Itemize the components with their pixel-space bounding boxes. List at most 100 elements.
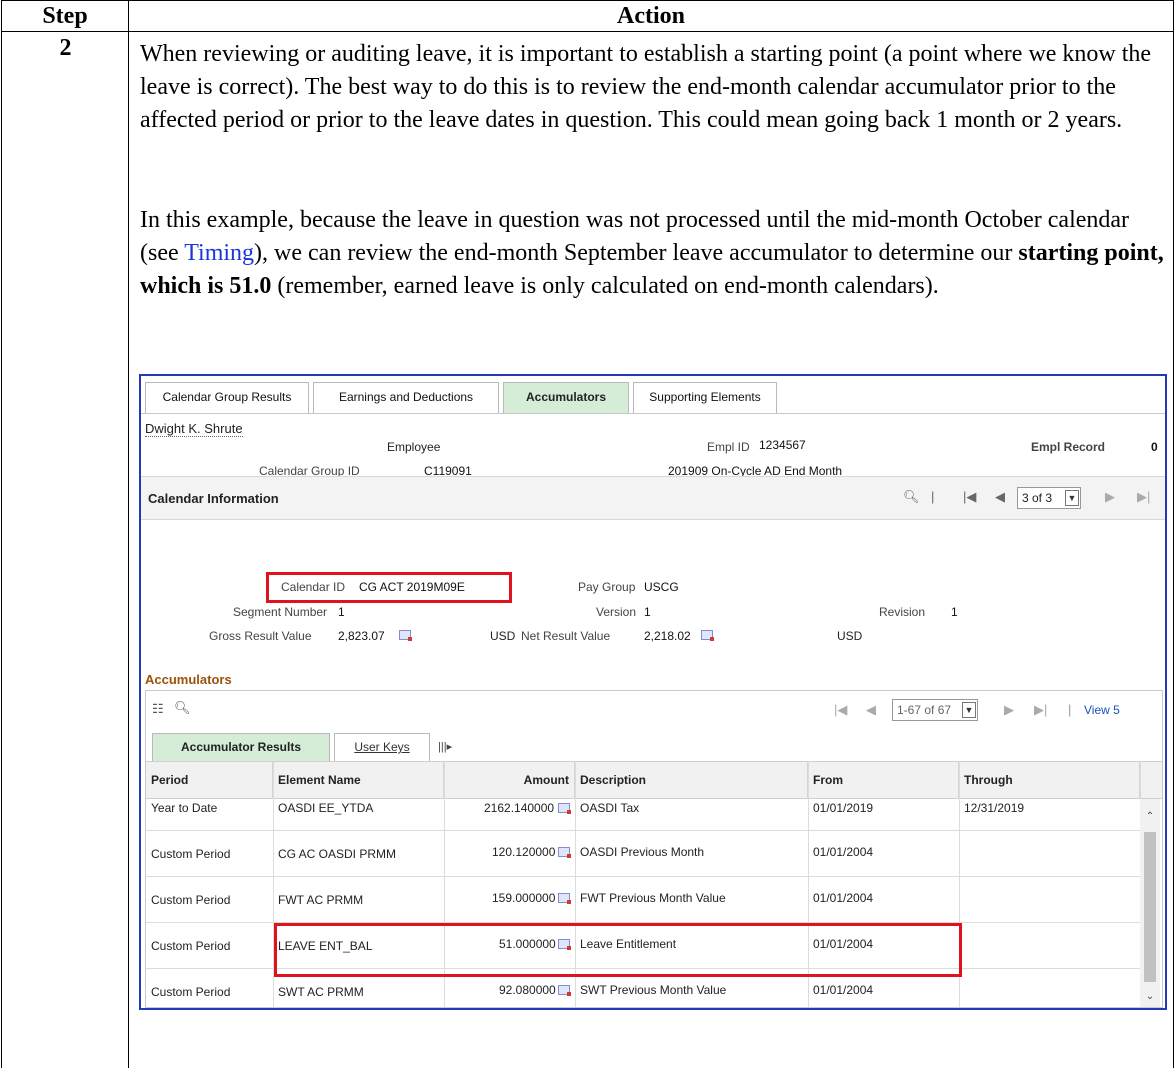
paragraph-2: In this example, because the leave in qu… xyxy=(140,204,1170,303)
table-right-border xyxy=(1173,31,1174,1068)
revision-label: Revision xyxy=(879,605,926,619)
empl-record-label: Empl Record xyxy=(1031,440,1106,454)
personalize-icon[interactable]: ☷ xyxy=(152,701,164,717)
chevron-up-icon[interactable]: ⌃ xyxy=(1144,811,1156,823)
cell-element: SWT AC PRMM xyxy=(278,985,364,999)
detail-icon[interactable] xyxy=(558,847,571,858)
step-column: 2 xyxy=(1,31,129,1068)
segment-number-label: Segment Number xyxy=(233,605,328,619)
tab-earnings-and-deductions[interactable]: Earnings and Deductions xyxy=(313,382,499,413)
previous-page-icon[interactable]: ◀ xyxy=(995,489,1005,505)
column-element-name[interactable]: Element Name xyxy=(273,762,444,799)
table-row[interactable]: Year to Date OASDI EE_YTDA 2162.140000 O… xyxy=(146,799,1140,831)
cell-element: CG AC OASDI PRMM xyxy=(278,847,397,861)
revision: 1 xyxy=(951,605,958,619)
gross-result-value: 2,823.07 xyxy=(338,629,385,643)
cell-period: Custom Period xyxy=(151,985,231,999)
tab-divider xyxy=(141,413,1165,414)
chevron-down-icon[interactable]: ⌄ xyxy=(1144,991,1156,1003)
search-icon[interactable]: 🔍︎ xyxy=(174,700,191,716)
segment-number: 1 xyxy=(338,605,345,619)
view-all-link[interactable]: View 5 xyxy=(1084,703,1120,717)
detail-icon[interactable] xyxy=(558,893,571,904)
version: 1 xyxy=(644,605,651,619)
cell-from: 01/01/2004 xyxy=(813,845,874,859)
detail-icon[interactable] xyxy=(701,630,714,641)
detail-icon[interactable] xyxy=(558,985,571,996)
next-page-icon[interactable]: ▶ xyxy=(1004,702,1014,718)
detail-icon[interactable] xyxy=(558,803,571,814)
cell-element: FWT AC PRMM xyxy=(278,893,364,907)
first-page-icon[interactable]: |◀ xyxy=(963,489,976,505)
header-action: Action xyxy=(617,3,685,29)
gross-result-label: Gross Result Value xyxy=(209,629,312,643)
cell-description: FWT Previous Month Value xyxy=(580,891,726,905)
separator-icon: | xyxy=(931,489,935,504)
grid-scrollbar[interactable]: ⌃ ⌄ xyxy=(1140,799,1160,1007)
cell-period: Custom Period xyxy=(151,939,231,953)
version-label: Version xyxy=(596,605,637,619)
paragraph-1: When reviewing or auditing leave, it is … xyxy=(140,41,1152,133)
cell-period: Custom Period xyxy=(151,847,231,861)
column-through[interactable]: Through xyxy=(959,762,1140,799)
last-page-icon[interactable]: ▶| xyxy=(1034,702,1047,718)
calendar-information-title: Calendar Information xyxy=(148,491,279,506)
timing-link[interactable]: Timing xyxy=(184,240,254,266)
cell-description: OASDI Previous Month xyxy=(580,845,705,859)
empl-id: 1234567 xyxy=(759,438,806,452)
separator-icon: | xyxy=(1068,702,1072,717)
last-page-icon[interactable]: ▶| xyxy=(1137,489,1150,505)
pay-group-label: Pay Group xyxy=(578,580,636,594)
cell-from: 01/01/2004 xyxy=(813,891,874,905)
chevron-down-icon: ▼ xyxy=(1065,490,1079,506)
tab-accumulator-results[interactable]: Accumulator Results xyxy=(152,733,330,761)
previous-page-icon[interactable]: ◀ xyxy=(866,702,876,718)
cell-from: 01/01/2004 xyxy=(813,983,874,997)
table-header: Step Action xyxy=(1,0,1174,32)
employee-label: Employee xyxy=(387,440,441,454)
first-page-icon[interactable]: |◀ xyxy=(834,702,847,718)
peoplesoft-screenshot: Calendar Group Results Earnings and Dedu… xyxy=(139,374,1167,1010)
calendar-id: CG ACT 2019M09E xyxy=(359,580,465,594)
tab-supporting-elements[interactable]: Supporting Elements xyxy=(633,382,777,413)
calendar-pager-select[interactable]: 3 of 3 ▼ xyxy=(1017,487,1081,509)
pay-group: USCG xyxy=(644,580,679,594)
cell-description: OASDI Tax xyxy=(580,801,640,815)
net-currency: USD xyxy=(837,629,863,643)
chevron-down-icon: ▼ xyxy=(962,702,976,718)
calendar-id-label: Calendar ID xyxy=(281,580,346,594)
cell-from: 01/01/2019 xyxy=(813,801,874,815)
column-period[interactable]: Period xyxy=(146,762,273,799)
cell-amount: 120.120000 xyxy=(492,845,556,859)
show-all-columns-icon[interactable]: |||▸ xyxy=(438,740,452,753)
column-amount[interactable]: Amount xyxy=(444,762,575,799)
cell-amount: 159.000000 xyxy=(492,891,556,905)
leave-row-highlight xyxy=(274,923,962,977)
header-step: Step xyxy=(2,1,129,31)
detail-icon[interactable] xyxy=(399,630,412,641)
empl-id-label: Empl ID xyxy=(707,440,750,454)
next-page-icon[interactable]: ▶ xyxy=(1105,489,1115,505)
search-icon[interactable]: 🔍︎ xyxy=(903,489,920,505)
tab-accumulators[interactable]: Accumulators xyxy=(503,382,629,413)
cell-through: 12/31/2019 xyxy=(964,801,1025,815)
grid-pager-select[interactable]: 1-67 of 67 ▼ xyxy=(892,699,978,721)
cell-description: SWT Previous Month Value xyxy=(580,983,727,997)
column-description[interactable]: Description xyxy=(575,762,808,799)
calendar-information-bar: Calendar Information 🔍︎ | |◀ ◀ 3 of 3 ▼ ▶… xyxy=(141,476,1165,520)
net-result-label: Net Result Value xyxy=(521,629,611,643)
tab-calendar-group-results[interactable]: Calendar Group Results xyxy=(145,382,309,413)
cell-amount: 92.080000 xyxy=(499,983,556,997)
table-row[interactable]: Custom Period CG AC OASDI PRMM 120.12000… xyxy=(146,831,1140,877)
paragraph-2-text-b: ), we can review the end-month September… xyxy=(254,240,1019,266)
employee-name[interactable]: Dwight K. Shrute xyxy=(145,421,243,437)
column-from[interactable]: From xyxy=(808,762,959,799)
accumulators-title: Accumulators xyxy=(145,672,232,687)
table-row[interactable]: Custom Period FWT AC PRMM 159.000000 FWT… xyxy=(146,877,1140,923)
step-number: 2 xyxy=(59,35,72,61)
paragraph-2-text-c: (remember, earned leave is only calculat… xyxy=(271,273,939,299)
scrollbar-thumb[interactable] xyxy=(1144,832,1156,982)
tab-user-keys[interactable]: User Keys xyxy=(334,733,430,761)
cell-amount: 2162.140000 xyxy=(484,801,555,815)
gross-currency: USD xyxy=(490,629,516,643)
